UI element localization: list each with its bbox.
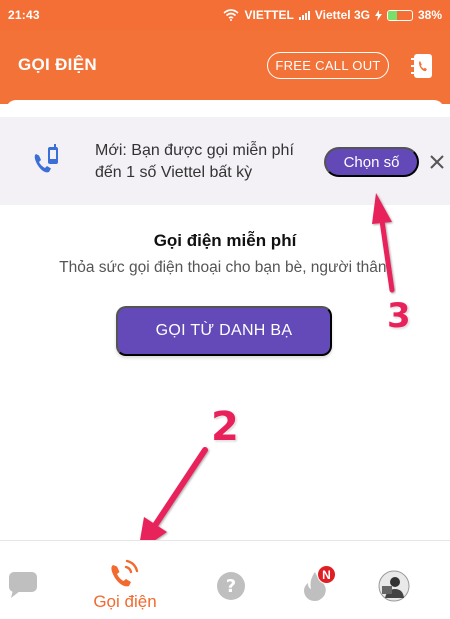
annotation-marker-2: 2 xyxy=(211,404,239,450)
app-header: GỌI ĐIỆN FREE CALL OUT xyxy=(0,30,450,104)
help-icon: ? xyxy=(216,571,246,601)
status-time: 21:43 xyxy=(8,8,40,22)
notification-badge: N xyxy=(317,565,336,584)
carrier-2-label: Viettel 3G xyxy=(314,8,370,22)
page-title: GỌI ĐIỆN xyxy=(18,55,97,74)
avatar-icon xyxy=(378,570,410,602)
battery-icon xyxy=(386,9,413,21)
tab-profile[interactable] xyxy=(374,541,414,619)
banner-line-1: Mới: Bạn được gọi miễn phí xyxy=(95,142,294,159)
tab-calls-label: Gọi điện xyxy=(93,592,157,611)
banner-line-2: đến 1 số Viettel bất kỳ xyxy=(95,164,253,181)
tab-calls[interactable]: Gọi điện xyxy=(80,541,170,619)
call-from-contacts-button[interactable]: GỌI TỪ DANH BẠ xyxy=(116,306,332,356)
bottom-navigation: Gọi điện ? N xyxy=(0,540,450,619)
status-indicators: VIETTEL Viettel 3G 38% xyxy=(223,8,442,22)
contacts-phone-icon[interactable] xyxy=(410,52,436,80)
chat-icon xyxy=(8,571,38,599)
free-call-out-button[interactable]: FREE CALL OUT xyxy=(267,52,389,79)
banner-message: Mới: Bạn được gọi miễn phí đến 1 số Viet… xyxy=(95,140,321,184)
svg-text:?: ? xyxy=(226,576,236,597)
annotation-marker-3: 3 xyxy=(387,296,411,336)
carrier-1-label: VIETTEL xyxy=(244,8,294,22)
phone-call-icon xyxy=(109,557,141,587)
free-call-description: Thỏa sức gọi điện thoại cho bạn bè, ngườ… xyxy=(59,259,391,276)
battery-percent: 38% xyxy=(417,8,442,22)
tab-chat[interactable] xyxy=(6,541,46,619)
tab-hot[interactable]: N xyxy=(296,541,340,619)
close-icon[interactable] xyxy=(428,151,446,173)
tab-help[interactable]: ? xyxy=(214,541,248,619)
signal-strength-icon xyxy=(298,10,310,20)
choose-number-button[interactable]: Chọn số xyxy=(324,147,419,177)
charging-bolt-icon xyxy=(374,9,382,21)
status-bar: 21:43 VIETTEL Viettel 3G 38% xyxy=(0,0,450,30)
wifi-icon xyxy=(223,9,240,21)
phone-mobile-icon xyxy=(30,144,64,178)
free-call-heading: Gọi điện miễn phí xyxy=(153,231,297,250)
